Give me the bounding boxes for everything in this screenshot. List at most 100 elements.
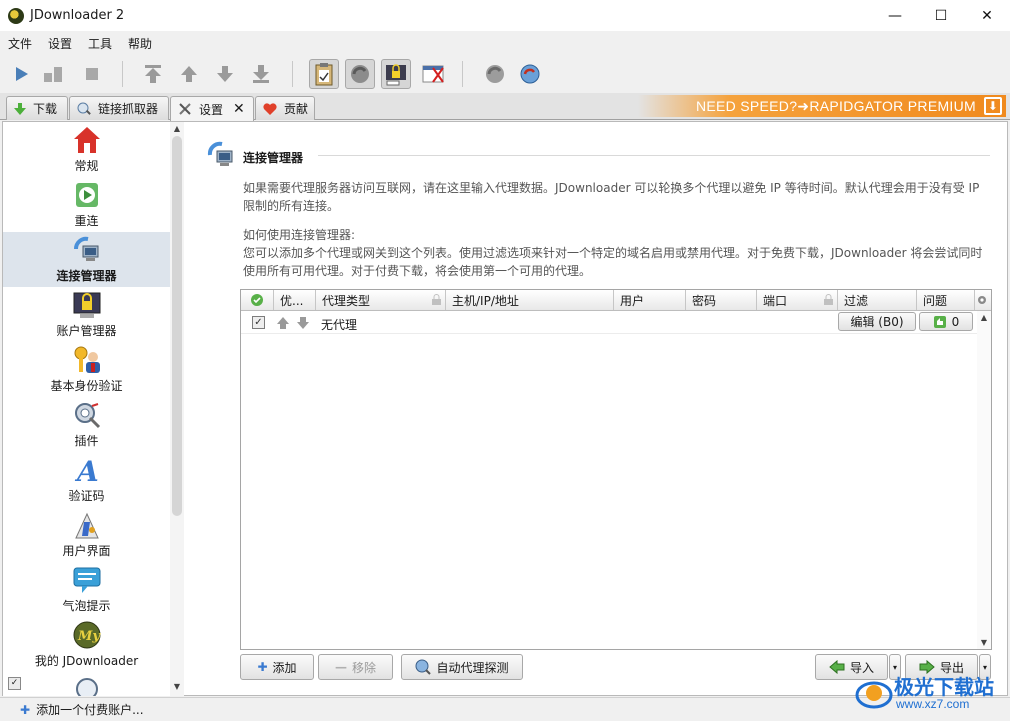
column-label: 端口	[763, 293, 788, 308]
sidebar-item-bubble-notify[interactable]: 气泡提示	[3, 562, 170, 617]
paint-palette-icon	[74, 512, 99, 539]
sidebar-item-connection-manager[interactable]: 连接管理器	[3, 232, 170, 287]
move-top-icon[interactable]	[140, 61, 166, 87]
lock-icon	[432, 294, 441, 305]
menu-settings[interactable]: 设置	[48, 35, 72, 52]
column-user[interactable]: 用户	[614, 290, 686, 310]
sidebar-item-my-jdownloader[interactable]: My 我的 JDownloader	[3, 617, 170, 672]
column-host[interactable]: 主机/IP/地址	[446, 290, 614, 310]
sidebar-item-user-interface[interactable]: 用户界面	[3, 507, 170, 562]
maximize-button[interactable]: ☐	[918, 0, 964, 31]
import-arrow-icon	[829, 660, 845, 674]
column-settings-icon[interactable]	[975, 290, 991, 310]
edit-filter-button[interactable]: 编辑 (B0)	[838, 312, 916, 331]
remove-proxy-button[interactable]: — 移除	[318, 654, 393, 680]
button-label: 添加	[272, 660, 297, 675]
silent-mode-icon[interactable]	[419, 59, 449, 89]
minimize-button[interactable]: —	[872, 0, 918, 31]
column-issues[interactable]: 问题	[917, 290, 975, 310]
scroll-down-icon[interactable]: ▼	[977, 638, 991, 647]
proxy-table: 优... 代理类型 主机/IP/地址 用户 密码 端口 过滤 问题 ✓ 无代理 …	[240, 289, 992, 650]
plugin-gear-icon	[74, 403, 100, 429]
tab-linkgrabber[interactable]: 链接抓取器	[69, 96, 169, 120]
sidebar-item-captcha[interactable]: A 验证码	[3, 452, 170, 507]
title-divider	[318, 155, 990, 156]
check-circle-icon	[251, 294, 263, 306]
priority-up-icon[interactable]	[276, 316, 290, 330]
sidebar-item-label: 连接管理器	[56, 269, 117, 283]
sidebar-item-basic-auth[interactable]: 基本身份验证	[3, 342, 170, 397]
move-bottom-icon[interactable]	[248, 61, 274, 87]
sidebar-item-reconnect[interactable]: 重连	[3, 177, 170, 232]
table-header: 优... 代理类型 主机/IP/地址 用户 密码 端口 过滤 问题	[241, 290, 991, 311]
heart-icon	[263, 102, 277, 115]
stop-icon[interactable]	[79, 61, 105, 87]
tab-label: 设置	[199, 102, 224, 117]
column-filter[interactable]: 过滤	[838, 290, 917, 310]
sidebar-item-label: 用户界面	[62, 544, 111, 558]
sidebar-item-label: 验证码	[68, 489, 105, 503]
plus-icon: ✚	[20, 702, 31, 717]
house-icon	[73, 127, 100, 153]
move-up-icon[interactable]	[176, 61, 202, 87]
minus-icon: —	[334, 660, 347, 674]
sidebar-item-partial[interactable]	[3, 672, 170, 696]
priority-down-icon[interactable]	[296, 316, 310, 330]
column-priority[interactable]: 优...	[274, 290, 316, 310]
panel-description: 如果需要代理服务器访问互联网，请在这里输入代理数据。JDownloader 可以…	[243, 181, 980, 213]
scroll-up-icon[interactable]: ▲	[977, 313, 991, 322]
captcha-a-icon: A	[74, 455, 99, 485]
column-proxy-type[interactable]: 代理类型	[316, 290, 446, 310]
auto-proxy-detect-button[interactable]: 自动代理探测	[401, 654, 523, 680]
close-tab-icon[interactable]: ✕	[233, 101, 245, 117]
pause-icon[interactable]	[40, 61, 66, 87]
svg-text:My: My	[77, 629, 101, 644]
scroll-down-icon[interactable]: ▼	[170, 682, 184, 694]
scrollbar-thumb[interactable]	[172, 136, 182, 516]
howto-heading: 如何使用连接管理器:	[243, 228, 356, 242]
tab-settings[interactable]: 设置 ✕	[170, 96, 254, 121]
menu-tools[interactable]: 工具	[88, 35, 112, 52]
sidebar-item-label: 我的 JDownloader	[34, 654, 139, 668]
clipboard-monitor-icon[interactable]	[309, 59, 339, 89]
sidebar-item-label: 账户管理器	[56, 324, 117, 338]
jdownloader-app-icon	[8, 7, 24, 24]
column-password[interactable]: 密码	[686, 290, 757, 310]
table-scrollbar[interactable]: ▲ ▼	[977, 311, 991, 649]
move-down-icon[interactable]	[212, 61, 238, 87]
tab-contribute[interactable]: 贡献	[255, 96, 315, 120]
scroll-up-icon[interactable]: ▲	[170, 124, 184, 136]
sidebar-item-plugins[interactable]: 插件	[3, 397, 170, 452]
reconnect-icon[interactable]	[480, 59, 510, 89]
tab-download[interactable]: 下载	[6, 96, 68, 120]
sidebar-item-account-manager[interactable]: 账户管理器	[3, 287, 170, 342]
menu-help[interactable]: 帮助	[128, 35, 152, 52]
page-title: 连接管理器	[243, 151, 304, 165]
update-icon[interactable]	[515, 59, 545, 89]
column-enabled[interactable]	[241, 290, 274, 310]
sidebar-scrollbar[interactable]: ▲ ▼	[170, 122, 184, 696]
toolbar-separator	[292, 61, 293, 87]
close-window-button[interactable]: ✕	[964, 0, 1010, 31]
sidebar-item-general[interactable]: 常规	[3, 122, 170, 177]
watermark-brand: 极光下载站	[894, 675, 994, 699]
add-premium-account-link[interactable]: 添加一个付费账户...	[36, 701, 143, 718]
column-port[interactable]: 端口	[757, 290, 838, 310]
add-proxy-button[interactable]: ✚ 添加	[240, 654, 314, 680]
play-icon[interactable]	[8, 61, 34, 87]
reconnect-icon	[75, 183, 98, 207]
issues-count: 0	[951, 314, 960, 329]
menu-file[interactable]: 文件	[8, 35, 32, 52]
window-title: JDownloader 2	[30, 8, 125, 23]
proxy-enabled-checkbox[interactable]: ✓	[252, 316, 265, 329]
button-label: 移除	[351, 660, 376, 675]
speech-bubble-icon	[73, 567, 100, 593]
sidebar-checkbox[interactable]: ✓	[8, 677, 21, 690]
rapidgator-premium-banner[interactable]: NEED SPEED?➜RAPIDGATOR PREMIUM ⬇	[638, 95, 1006, 117]
sidebar-item-label: 插件	[74, 434, 99, 448]
table-row[interactable]: ✓ 无代理 编辑 (B0) 0	[241, 312, 977, 334]
issues-button[interactable]: 0	[919, 312, 973, 331]
auto-reconnect-icon[interactable]	[345, 59, 375, 89]
premium-lock-icon[interactable]	[381, 59, 411, 89]
key-user-icon	[74, 346, 100, 373]
